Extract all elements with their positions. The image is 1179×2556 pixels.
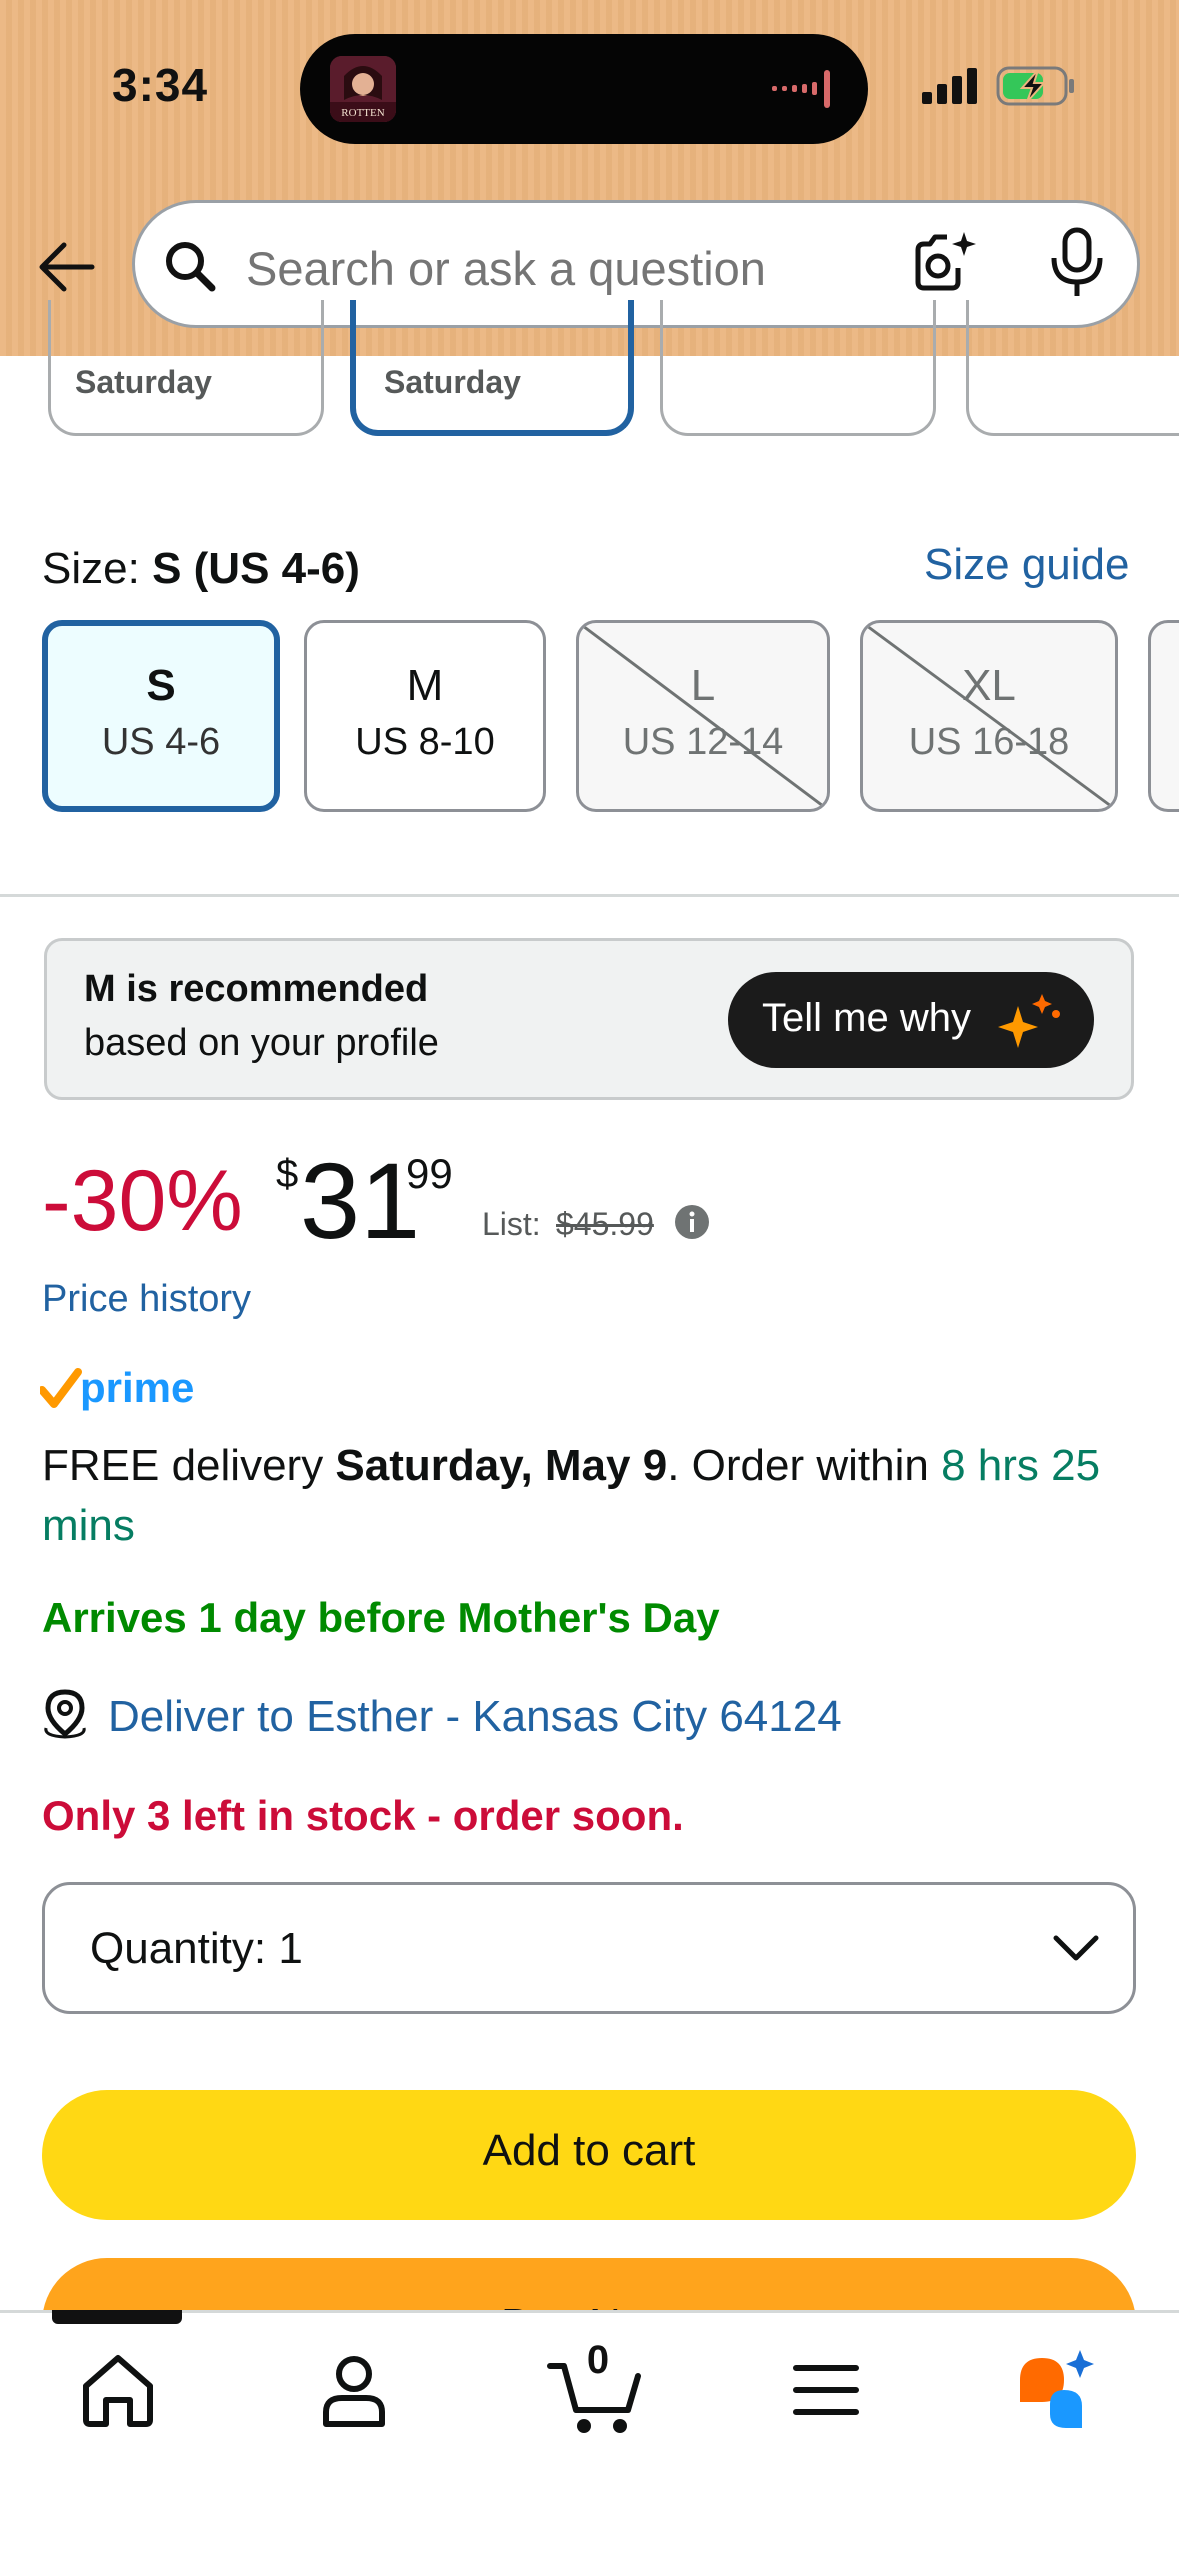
info-icon[interactable] xyxy=(674,1204,710,1240)
delivery-date: Saturday, May 9 xyxy=(335,1441,668,1490)
camera-search-icon[interactable] xyxy=(910,228,980,298)
delivery-date-tile[interactable] xyxy=(966,300,1179,436)
unavailable-strike xyxy=(863,623,1115,809)
unavailable-strike xyxy=(579,623,827,809)
delivery-middle: . Order within xyxy=(667,1441,942,1490)
size-label: S xyxy=(146,661,176,710)
size-option-xl-unavailable[interactable]: XL US 16-18 xyxy=(860,620,1118,812)
discount-percent: -30% xyxy=(42,1153,243,1249)
cart-count-badge: 0 xyxy=(586,2338,610,2382)
recommendation-subtitle: based on your profile xyxy=(84,1022,439,1064)
price-fraction: 99 xyxy=(406,1150,453,1197)
account-icon[interactable] xyxy=(314,2350,394,2430)
cellular-signal-icon xyxy=(922,68,977,104)
status-time: 3:34 xyxy=(112,59,209,111)
delivery-date-tile[interactable]: Saturday xyxy=(48,300,324,436)
tell-me-why-label: Tell me why xyxy=(762,996,971,1040)
delivery-day-label: Saturday xyxy=(384,364,521,400)
location-pin-icon xyxy=(44,1689,86,1739)
arrives-before-note: Arrives 1 day before Mother's Day xyxy=(42,1594,720,1641)
delivery-date-tile-selected[interactable]: Saturday xyxy=(350,300,634,436)
back-arrow-icon[interactable] xyxy=(32,232,102,302)
quantity-value: 1 xyxy=(278,1924,303,1973)
delivery-day-label: Saturday xyxy=(75,364,212,400)
menu-icon[interactable] xyxy=(786,2350,866,2430)
delivery-estimate: FREE delivery Saturday, May 9. Order wit… xyxy=(42,1436,1152,1556)
svg-text:ROTTEN: ROTTEN xyxy=(341,107,384,119)
search-input[interactable] xyxy=(246,238,806,298)
section-divider xyxy=(0,894,1179,897)
rufus-assistant-icon[interactable] xyxy=(1010,2344,1100,2434)
size-selected-value: S (US 4-6) xyxy=(152,544,360,593)
battery-charging-icon xyxy=(996,66,1074,106)
price-currency: $ xyxy=(276,1152,299,1196)
price-whole: 31 xyxy=(300,1140,421,1261)
chevron-down-icon xyxy=(1053,1935,1099,1961)
sparkle-icon xyxy=(998,994,1060,1048)
size-option-s[interactable]: S US 4-6 xyxy=(42,620,280,812)
add-to-cart-label: Add to cart xyxy=(482,2126,696,2175)
size-option-l-unavailable[interactable]: L US 12-14 xyxy=(576,620,830,812)
size-label: M xyxy=(406,661,444,710)
list-price-label: List: xyxy=(482,1206,541,1242)
price-history-link[interactable]: Price history xyxy=(42,1278,251,1321)
stock-warning: Only 3 left in stock - order soon. xyxy=(42,1792,684,1839)
size-option-more[interactable] xyxy=(1148,620,1179,812)
svg-text:prime: prime xyxy=(80,1364,194,1411)
quantity-label-text: Quantity: xyxy=(90,1924,267,1973)
deliver-to-link[interactable]: Deliver to Esther - Kansas City 64124 xyxy=(108,1692,842,1742)
tell-me-why-button[interactable]: Tell me why xyxy=(728,972,1094,1068)
prime-logo: prime xyxy=(40,1364,194,1411)
recommendation-title: M is recommended xyxy=(84,968,429,1010)
size-heading-label: Size: xyxy=(42,544,140,593)
audio-wave-icon xyxy=(772,70,830,108)
home-icon[interactable] xyxy=(78,2350,158,2430)
list-price: $45.99 xyxy=(556,1206,654,1242)
size-option-m[interactable]: M US 8-10 xyxy=(304,620,546,812)
active-tab-indicator xyxy=(52,2310,182,2324)
add-to-cart-button[interactable]: Add to cart xyxy=(42,2090,1136,2220)
size-us-label: US 4-6 xyxy=(101,721,221,763)
size-us-label: US 8-10 xyxy=(355,721,495,763)
delivery-prefix: FREE delivery xyxy=(42,1441,336,1490)
search-icon xyxy=(166,242,216,292)
quantity-label: Quantity: 1 xyxy=(90,1924,303,1974)
microphone-icon[interactable] xyxy=(1044,226,1110,300)
size-guide-link[interactable]: Size guide xyxy=(924,540,1129,590)
size-heading: Size: S (US 4-6) xyxy=(42,544,360,594)
delivery-date-tile[interactable] xyxy=(660,300,936,436)
now-playing-thumbnail[interactable]: ROTTEN xyxy=(330,56,396,122)
